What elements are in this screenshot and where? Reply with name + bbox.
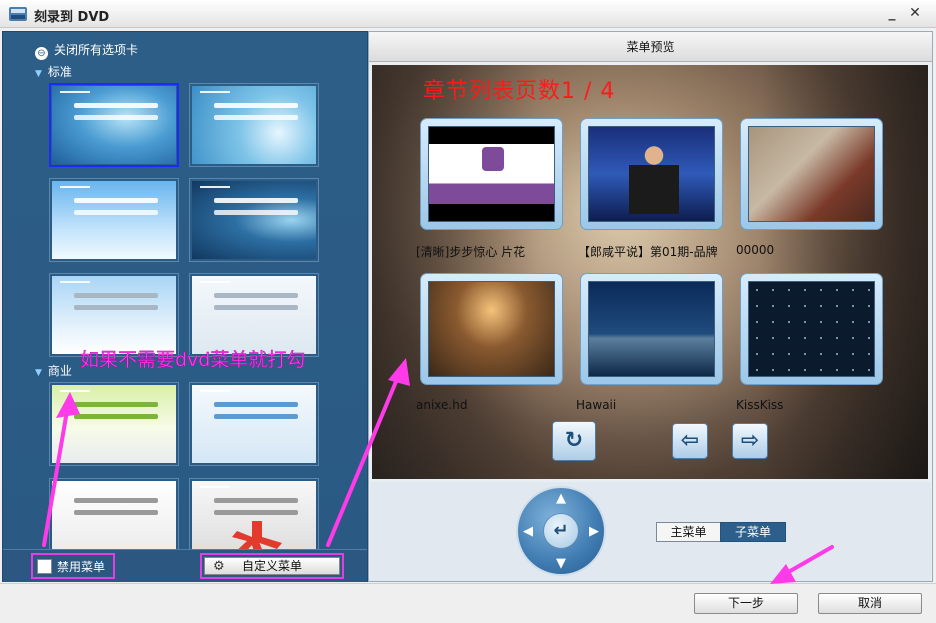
chapter-label-2: 【郎咸平说】第01期-品牌 (578, 245, 718, 259)
minimize-button[interactable]: _ (884, 5, 900, 21)
template-footer: 禁用菜单 ⚙ 自定义菜单 (3, 549, 367, 582)
template-thumb-standard-4[interactable] (189, 178, 319, 262)
collapse-icon: ⊖ (35, 47, 48, 60)
close-button[interactable]: ✕ (907, 5, 923, 21)
chapter-thumb-1[interactable] (420, 118, 563, 230)
chapter-thumb-2[interactable] (580, 118, 723, 230)
template-thumb-business-4[interactable] (189, 478, 319, 549)
chapter-thumb-6[interactable] (740, 273, 883, 385)
chapter-page-title: 章节列表页数1 / 4 (423, 79, 616, 104)
group-header-standard[interactable]: ▼ 标准 (35, 63, 72, 80)
chapter-label-5: Hawaii (576, 398, 617, 412)
expand-triangle-icon: ▼ (35, 368, 42, 378)
chapter-label-4: anixe.hd (416, 398, 468, 412)
dpad-enter-icon[interactable]: ↵ (543, 513, 579, 549)
template-thumb-business-1[interactable] (49, 382, 179, 466)
dpad-down-icon[interactable]: ▼ (556, 556, 566, 571)
collapse-all-label: 关闭所有选项卡 (54, 43, 139, 57)
chapter-thumb-5[interactable] (580, 273, 723, 385)
annotation-note: 如果不需要dvd菜单就打勾 (80, 349, 306, 371)
template-list: ⊖关闭所有选项卡 ▼标准 ▼商业 ▲ (3, 32, 348, 549)
group-label: 标准 (47, 65, 72, 79)
cancel-button[interactable]: 取消 (818, 593, 922, 614)
template-thumb-business-2[interactable] (189, 382, 319, 466)
next-button[interactable]: 下一步 (694, 593, 798, 614)
disable-menu-option[interactable]: 禁用菜单 (31, 553, 115, 579)
template-thumb-standard-3[interactable] (49, 178, 179, 262)
previous-page-arrow-icon[interactable]: ⇦ (672, 423, 708, 459)
template-thumb-standard-1[interactable] (49, 83, 179, 167)
chapter-label-1: [清晰]步步惊心 片花 (416, 245, 526, 259)
dpad-control[interactable]: ▲ ▼ ◀ ▶ ↵ (516, 486, 606, 576)
tab-sub-menu[interactable]: 子菜单 (720, 522, 786, 542)
tab-main-menu[interactable]: 主菜单 (656, 522, 721, 542)
chapter-label-6: KissKiss (736, 398, 784, 412)
disable-menu-label: 禁用菜单 (57, 560, 106, 574)
custom-menu-label: 自定义菜单 (241, 559, 302, 573)
custom-menu-highlight: ⚙ 自定义菜单 (200, 553, 344, 579)
next-page-arrow-icon[interactable]: ⇨ (732, 423, 768, 459)
preview-header: 菜单预览 (369, 32, 932, 62)
chapter-thumb-4[interactable] (420, 273, 563, 385)
remote-control-strip: ▲ ▼ ◀ ▶ ↵ 主菜单 子菜单 (370, 482, 931, 581)
dialog-footer: 下一步 取消 (0, 583, 936, 623)
template-panel: ⊖关闭所有选项卡 ▼标准 ▼商业 ▲ 禁用菜单 ⚙ 自定义菜单 (2, 31, 368, 582)
collapse-all-tabs[interactable]: ⊖ 关闭所有选项卡 (35, 41, 138, 60)
menu-preview-stage: 章节列表页数1 / 4 [清晰]步步惊心 片花 【郎咸平说】第01期-品牌 00… (372, 65, 928, 479)
dpad-right-icon[interactable]: ▶ (589, 524, 599, 539)
disable-menu-checkbox[interactable] (37, 559, 52, 574)
menu-preview-panel: 菜单预览 章节列表页数1 / 4 [清晰]步步惊心 片花 【郎咸平说】第01期-… (368, 31, 933, 582)
custom-menu-button[interactable]: ⚙ 自定义菜单 (204, 557, 340, 575)
template-thumb-business-3[interactable] (49, 478, 179, 549)
window-title: 刻录到 DVD (34, 10, 110, 25)
title-bar: 刻录到 DVD _ ✕ (0, 0, 936, 28)
dvd-app-icon (9, 7, 27, 21)
dpad-left-icon[interactable]: ◀ (523, 524, 533, 539)
gear-icon: ⚙ (213, 559, 225, 574)
template-thumb-standard-2[interactable] (189, 83, 319, 167)
expand-triangle-icon: ▼ (35, 69, 42, 79)
chapter-thumb-3[interactable] (740, 118, 883, 230)
group-header-business[interactable]: ▼ 商业 (35, 362, 72, 379)
chapter-label-3: 00000 (736, 243, 775, 257)
dpad-up-icon[interactable]: ▲ (556, 491, 566, 506)
return-arrow-icon[interactable]: ↻ (552, 421, 596, 461)
group-label: 商业 (47, 364, 72, 378)
